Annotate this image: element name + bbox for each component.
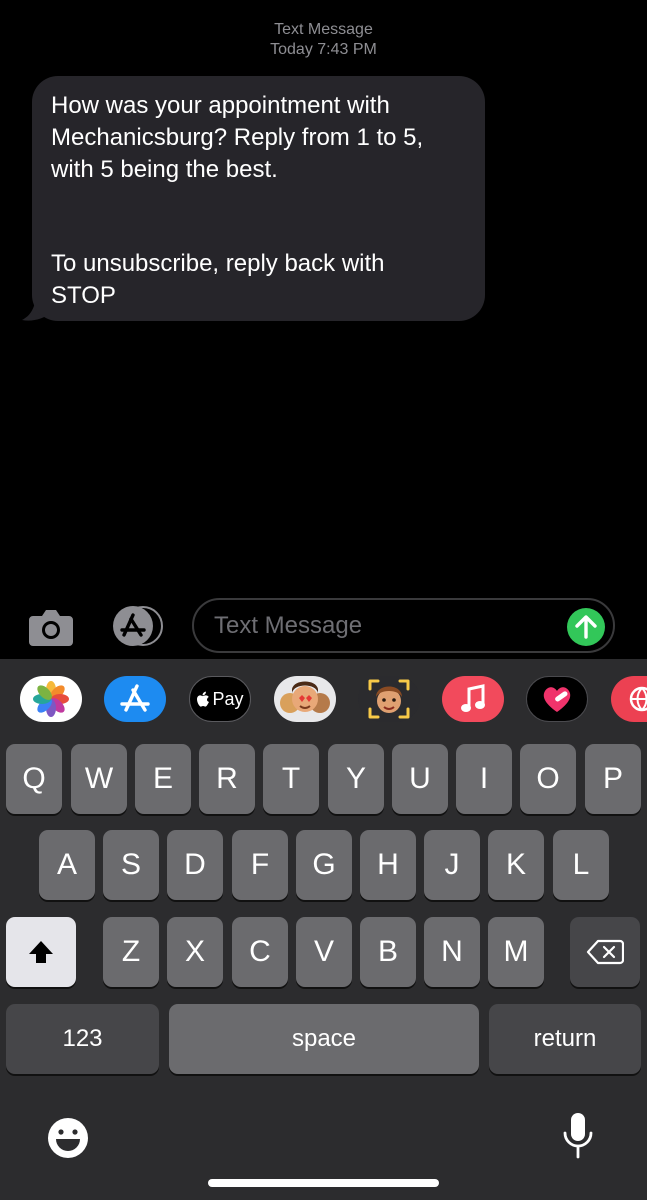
key-z[interactable]: Z	[103, 917, 159, 987]
app-digital-touch[interactable]	[526, 676, 588, 722]
key-m[interactable]: M	[488, 917, 544, 987]
conversation-timestamp: Today 7:43 PM	[270, 41, 377, 58]
send-button[interactable]	[567, 608, 605, 646]
key-y[interactable]: Y	[328, 744, 384, 814]
shift-key[interactable]	[6, 917, 76, 987]
app-apple-pay[interactable]: Pay	[189, 676, 251, 722]
key-a[interactable]: A	[39, 830, 95, 900]
key-x[interactable]: X	[167, 917, 223, 987]
numbers-key[interactable]: 123	[6, 1004, 159, 1074]
key-u[interactable]: U	[392, 744, 448, 814]
arrow-up-icon	[575, 615, 597, 639]
emoji-icon	[48, 1118, 88, 1158]
key-h[interactable]: H	[360, 830, 416, 900]
music-note-icon	[461, 684, 485, 712]
app-drawer: Pay	[0, 659, 647, 739]
app-store-button[interactable]	[109, 606, 165, 646]
key-c[interactable]: C	[232, 917, 288, 987]
apple-pay-label: Pay	[212, 688, 244, 709]
key-b[interactable]: B	[360, 917, 416, 987]
key-l[interactable]: L	[553, 830, 609, 900]
key-j[interactable]: J	[424, 830, 480, 900]
app-photos[interactable]	[20, 676, 82, 722]
emoji-button[interactable]	[46, 1116, 90, 1160]
app-music[interactable]	[442, 676, 504, 722]
key-n[interactable]: N	[424, 917, 480, 987]
app-store-icon	[113, 606, 163, 646]
camera-button[interactable]	[27, 604, 75, 648]
received-message-bubble[interactable]: How was your appointment with Mechanicsb…	[32, 76, 485, 321]
key-r[interactable]: R	[199, 744, 255, 814]
photos-icon	[33, 681, 69, 717]
app-app-store[interactable]	[104, 676, 166, 722]
key-t[interactable]: T	[263, 744, 319, 814]
shift-icon	[29, 941, 53, 963]
dictation-button[interactable]	[560, 1111, 596, 1161]
delete-key[interactable]	[570, 917, 640, 987]
return-key[interactable]: return	[489, 1004, 641, 1074]
key-e[interactable]: E	[135, 744, 191, 814]
key-i[interactable]: I	[456, 744, 512, 814]
app-memoji-stickers[interactable]	[274, 676, 336, 722]
camera-icon	[29, 610, 73, 646]
key-f[interactable]: F	[232, 830, 288, 900]
key-w[interactable]: W	[71, 744, 127, 814]
memoji-icon	[368, 679, 410, 719]
key-p[interactable]: P	[585, 744, 641, 814]
delete-icon	[586, 939, 624, 965]
key-s[interactable]: S	[103, 830, 159, 900]
microphone-icon	[563, 1113, 593, 1159]
globe-icon	[629, 686, 647, 712]
app-memoji[interactable]	[358, 676, 420, 722]
conversation-header: Text Message Today 7:43 PM	[0, 20, 647, 60]
key-v[interactable]: V	[296, 917, 352, 987]
home-indicator[interactable]	[208, 1179, 439, 1187]
app-store-icon	[120, 684, 150, 712]
key-d[interactable]: D	[167, 830, 223, 900]
app-web[interactable]	[611, 676, 647, 722]
message-text-line-group-1: How was your appointment with Mechanicsb…	[51, 92, 424, 183]
conversation-type-label: Text Message	[274, 21, 373, 38]
space-key[interactable]: space	[169, 1004, 479, 1074]
message-text-line-group-2: To unsubscribe, reply back with STOP	[51, 250, 385, 309]
memoji-stickers-icon	[280, 681, 330, 713]
heart-icon	[543, 687, 571, 712]
apple-logo-icon	[197, 691, 210, 707]
key-o[interactable]: O	[520, 744, 576, 814]
message-input-container[interactable]	[192, 598, 615, 653]
key-g[interactable]: G	[296, 830, 352, 900]
key-q[interactable]: Q	[6, 744, 62, 814]
key-k[interactable]: K	[488, 830, 544, 900]
message-input[interactable]	[214, 612, 544, 640]
keyboard: Pay Q W E R T Y U I O P A S D F G H J K …	[0, 659, 647, 1200]
